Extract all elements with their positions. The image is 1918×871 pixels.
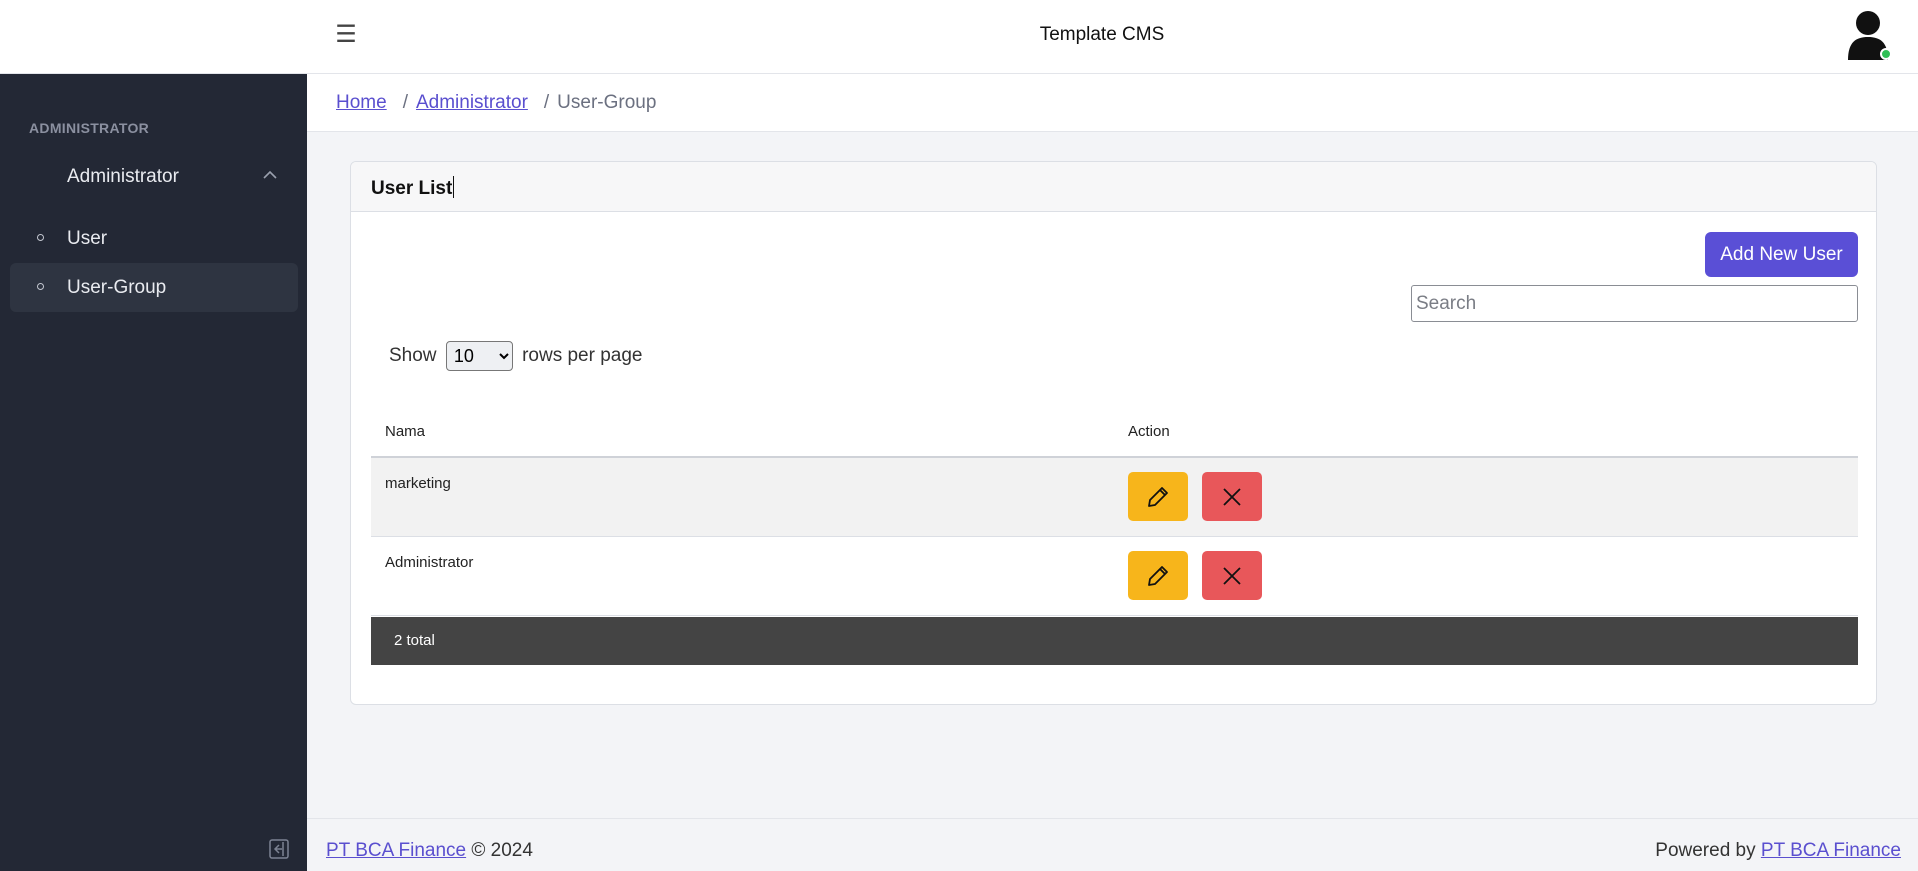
- footer-powered-link[interactable]: PT BCA Finance: [1761, 840, 1901, 861]
- sidebar-group-label: Administrator: [67, 166, 179, 187]
- pencil-icon: [1148, 566, 1168, 586]
- table-header: Nama Action: [371, 409, 1858, 458]
- row-name: Administrator: [385, 554, 474, 571]
- breadcrumb-separator: /: [543, 92, 550, 113]
- top-header: ☰ Template CMS: [0, 0, 1918, 74]
- sidebar: ADMINISTRATOR Administrator User User-Gr…: [0, 74, 307, 871]
- user-list-card: User List Add New User Show 10 rows per …: [350, 161, 1877, 705]
- close-icon: [1223, 567, 1241, 585]
- page-footer: PT BCA Finance © 2024 Powered by PT BCA …: [307, 818, 1918, 871]
- breadcrumb-bar: Home / Administrator / User-Group: [307, 74, 1918, 132]
- table-footer: 2 total: [371, 617, 1858, 665]
- card-title: User List: [371, 176, 455, 199]
- column-header-nama: Nama: [385, 423, 426, 440]
- close-icon: [1223, 488, 1241, 506]
- breadcrumb-separator: /: [402, 92, 408, 113]
- pencil-icon: [1148, 487, 1168, 507]
- edit-button[interactable]: [1128, 551, 1188, 600]
- sidebar-item-user[interactable]: User: [10, 214, 298, 263]
- breadcrumb-administrator[interactable]: Administrator: [416, 92, 528, 113]
- copyright-text: © 2024: [471, 840, 533, 861]
- online-status-dot: [1880, 48, 1892, 60]
- sidebar-item-label: User: [67, 228, 108, 249]
- chevron-up-icon: [260, 164, 280, 186]
- user-group-table: Nama Action marketing Administrator 2 to…: [371, 409, 1858, 665]
- table-row: Administrator: [371, 537, 1858, 616]
- rows-per-page-control: Show 10 rows per page: [389, 341, 643, 371]
- rows-label-show: Show: [389, 345, 437, 367]
- column-header-action: Action: [1128, 423, 1170, 440]
- table-row: marketing: [371, 458, 1858, 537]
- search-input[interactable]: [1411, 285, 1858, 322]
- text-caret: [453, 176, 455, 198]
- delete-button[interactable]: [1202, 551, 1262, 600]
- breadcrumb-home[interactable]: Home: [336, 92, 387, 113]
- footer-company-link[interactable]: PT BCA Finance: [326, 840, 466, 861]
- sidebar-group-administrator[interactable]: Administrator: [10, 154, 298, 200]
- sidebar-item-label: User-Group: [67, 277, 167, 298]
- app-title: Template CMS: [1039, 24, 1165, 45]
- edit-button[interactable]: [1128, 472, 1188, 521]
- add-new-user-button[interactable]: Add New User: [1705, 232, 1858, 277]
- rows-per-page-select[interactable]: 10: [445, 341, 513, 371]
- breadcrumb-current: User-Group: [557, 92, 657, 113]
- breadcrumb: Home / Administrator / User-Group: [336, 92, 656, 114]
- collapse-sidebar-icon[interactable]: [268, 838, 290, 860]
- user-avatar-icon[interactable]: [1846, 10, 1892, 60]
- rows-label-suffix: rows per page: [522, 345, 643, 367]
- bullet-icon: [37, 283, 44, 290]
- row-name: marketing: [385, 475, 451, 492]
- sidebar-section-title: ADMINISTRATOR: [29, 120, 150, 136]
- footer-powered-by: Powered by PT BCA Finance: [1655, 840, 1901, 862]
- bullet-icon: [37, 234, 44, 241]
- footer-copyright: PT BCA Finance © 2024: [326, 840, 533, 862]
- powered-by-text: Powered by: [1655, 840, 1756, 861]
- total-count: 2 total: [394, 632, 435, 649]
- sidebar-item-user-group[interactable]: User-Group: [10, 263, 298, 312]
- card-header: User List: [351, 162, 1876, 212]
- delete-button[interactable]: [1202, 472, 1262, 521]
